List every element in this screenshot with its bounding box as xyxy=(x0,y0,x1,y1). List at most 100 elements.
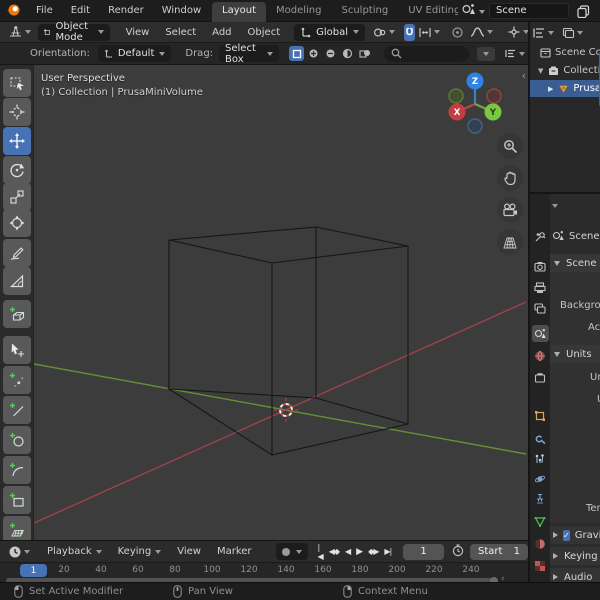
next-keyframe-button[interactable]: ◆▶ xyxy=(368,547,379,556)
snap-target-dropdown[interactable] xyxy=(415,23,443,41)
tool-settings-collapse-button[interactable] xyxy=(476,46,495,61)
outliner-filter-dropdown[interactable] xyxy=(562,27,583,39)
tool-add-cube[interactable] xyxy=(3,300,31,328)
tool-cursor[interactable] xyxy=(3,98,31,126)
scene-name-field[interactable]: Scene xyxy=(489,3,569,19)
outliner-row-collection[interactable]: ▼ Collection xyxy=(530,62,600,79)
sidebar-collapse-arrow[interactable]: ‹ xyxy=(522,69,526,82)
select-mode-extend-button[interactable] xyxy=(306,46,321,61)
tool-add-line[interactable] xyxy=(3,396,31,424)
menu-window[interactable]: Window xyxy=(153,5,210,16)
tab-tool-properties[interactable] xyxy=(533,230,547,244)
zoom-button[interactable] xyxy=(497,133,523,159)
menu-object[interactable]: Object xyxy=(240,27,289,38)
panel-header-scene[interactable]: Scene xyxy=(550,254,600,272)
drag-mode-dropdown[interactable]: Select Box xyxy=(219,43,280,65)
perspective-toggle-button[interactable] xyxy=(497,229,523,255)
scene-selector[interactable] xyxy=(461,3,485,20)
play-button[interactable]: ▶ xyxy=(356,547,363,557)
select-mode-intersect-button[interactable] xyxy=(357,46,372,61)
play-reverse-button[interactable]: ◀ xyxy=(345,547,351,556)
mode-dropdown[interactable]: Object Mode xyxy=(38,21,110,43)
tool-settings-options-dropdown[interactable] xyxy=(501,45,528,63)
tab-sculpting[interactable]: Sculpting xyxy=(332,2,399,22)
blender-logo-icon[interactable] xyxy=(0,2,27,20)
menu-view[interactable]: View xyxy=(118,27,158,38)
tab-layout[interactable]: Layout xyxy=(212,2,266,22)
proportional-falloff-dropdown[interactable] xyxy=(467,23,496,41)
menu-keying[interactable]: Keying xyxy=(110,546,170,557)
pan-button[interactable] xyxy=(497,165,523,191)
tab-modifier-properties[interactable] xyxy=(533,432,547,446)
menu-render[interactable]: Render xyxy=(99,5,153,16)
editor-type-3d-viewport-dropdown[interactable] xyxy=(5,23,34,41)
current-frame-badge[interactable]: 1 xyxy=(20,564,47,577)
tool-annotate[interactable] xyxy=(3,239,31,267)
tool-rotate[interactable] xyxy=(3,156,31,184)
tab-collection-properties[interactable] xyxy=(533,371,547,385)
tab-material-properties[interactable] xyxy=(533,537,547,551)
tab-object-properties[interactable] xyxy=(533,409,547,423)
tool-move[interactable] xyxy=(3,127,31,155)
tool-add-circle[interactable] xyxy=(3,426,31,454)
menu-marker[interactable]: Marker xyxy=(209,546,260,557)
menu-view-timeline[interactable]: View xyxy=(169,546,209,557)
editor-type-timeline-dropdown[interactable] xyxy=(5,543,33,561)
outliner-row-scene-collection[interactable]: Scene Collection xyxy=(530,44,600,61)
tool-scale[interactable] xyxy=(3,183,31,211)
tool-orientation-dropdown[interactable]: Default xyxy=(97,45,172,62)
menu-playback[interactable]: Playback xyxy=(39,546,110,557)
disclosure-closed-icon[interactable]: ▶ xyxy=(548,85,553,93)
disclosure-open-icon[interactable]: ▼ xyxy=(538,67,543,75)
select-mode-invert-button[interactable] xyxy=(340,46,355,61)
tool-search-input[interactable] xyxy=(384,45,469,62)
tab-uv-editing[interactable]: UV Editing xyxy=(398,2,458,22)
panel-header-audio[interactable]: Audio xyxy=(550,568,600,582)
panel-header-gravity[interactable]: ✓ Gravity xyxy=(550,526,600,544)
tool-select-box[interactable] xyxy=(3,69,31,97)
outliner-display-mode-dropdown[interactable] xyxy=(532,27,554,39)
tool-add-point[interactable] xyxy=(3,366,31,394)
camera-view-button[interactable] xyxy=(497,197,523,223)
tool-measure[interactable] xyxy=(3,267,31,295)
tab-data-properties[interactable] xyxy=(533,515,547,529)
tool-add-rectangle[interactable] xyxy=(3,486,31,514)
select-mode-subtract-button[interactable] xyxy=(323,46,338,61)
auto-keying-button[interactable] xyxy=(275,543,308,560)
tab-view-layer-properties[interactable] xyxy=(533,302,547,316)
new-scene-button[interactable] xyxy=(573,3,593,19)
navigation-gizmo[interactable]: Z X Y xyxy=(440,69,514,139)
tool-add-arc[interactable] xyxy=(3,456,31,484)
outliner-row-prusaminivolume[interactable]: ▶ PrusaMiniVolume xyxy=(530,80,600,97)
select-mode-new-button[interactable] xyxy=(289,46,305,61)
menu-select[interactable]: Select xyxy=(157,27,204,38)
pivot-point-dropdown[interactable] xyxy=(370,23,398,41)
tool-transform[interactable] xyxy=(3,209,31,237)
transform-orientation-dropdown[interactable]: Global xyxy=(294,23,366,41)
tab-scene-properties[interactable] xyxy=(532,325,549,342)
tab-output-properties[interactable] xyxy=(533,281,547,295)
tab-world-properties[interactable] xyxy=(533,349,547,363)
jump-to-end-button[interactable]: ▶| xyxy=(384,547,392,556)
menu-file[interactable]: File xyxy=(27,5,62,16)
menu-edit[interactable]: Edit xyxy=(62,5,99,16)
tab-constraint-properties[interactable] xyxy=(533,492,547,506)
snap-toggle-button[interactable] xyxy=(404,23,416,41)
proportional-editing-toggle[interactable] xyxy=(448,23,467,41)
tab-render-properties[interactable] xyxy=(533,260,547,274)
start-frame-field[interactable]: Start 1 xyxy=(469,543,528,560)
tool-add-grid[interactable] xyxy=(3,516,31,540)
tab-modeling[interactable]: Modeling xyxy=(266,2,332,22)
tab-particle-properties[interactable] xyxy=(533,452,547,466)
panel-header-keying-sets[interactable]: Keying Sets xyxy=(550,547,600,565)
timeline-ruler[interactable]: 1 20 40 60 80 100 120 140 160 180 200 22… xyxy=(0,562,528,585)
tab-physics-properties[interactable] xyxy=(533,472,547,486)
prev-keyframe-button[interactable]: ◀◆ xyxy=(329,547,340,556)
3d-viewport[interactable]: User Perspective (1) Collection | PrusaM… xyxy=(0,65,528,540)
panel-header-units[interactable]: Units xyxy=(550,345,600,363)
gravity-checkbox[interactable]: ✓ xyxy=(563,529,570,541)
tab-texture-properties[interactable] xyxy=(533,559,547,573)
current-frame-field[interactable]: 1 xyxy=(403,543,444,560)
tool-tweak[interactable] xyxy=(3,336,31,364)
jump-to-start-button[interactable]: |◀ xyxy=(318,543,324,561)
